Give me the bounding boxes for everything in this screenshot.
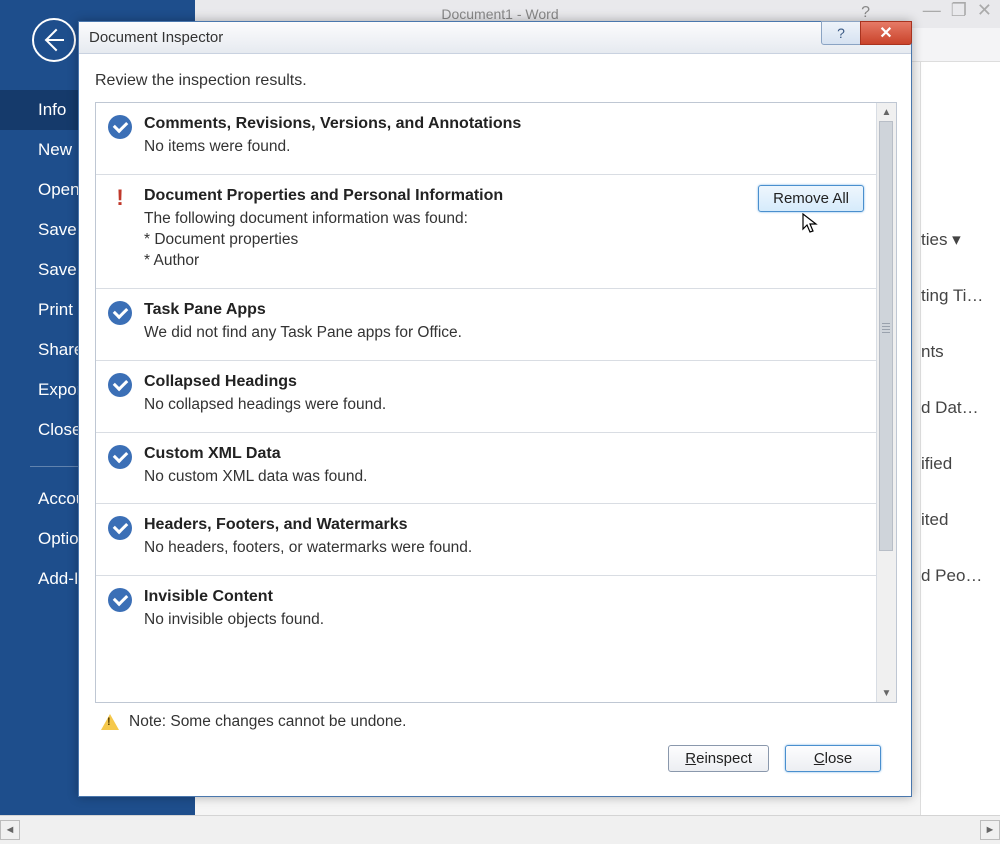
- property-label: ting Ti…: [921, 268, 1000, 324]
- dialog-close-button[interactable]: ✕: [860, 21, 912, 45]
- scroll-right-button[interactable]: ►: [980, 820, 1000, 840]
- word-title: Document1 - Word: [441, 6, 558, 22]
- dialog-help-button[interactable]: ?: [821, 21, 861, 45]
- document-inspector-dialog: Document Inspector ? ✕ Review the inspec…: [78, 21, 912, 797]
- help-icon[interactable]: ?: [861, 4, 870, 22]
- minimize-icon[interactable]: —: [923, 0, 941, 21]
- result-description: No custom XML data was found.: [144, 467, 862, 488]
- check-icon: [108, 516, 132, 540]
- dialog-titlebar[interactable]: Document Inspector ? ✕: [79, 22, 911, 54]
- note-text: Note: Some changes cannot be undone.: [129, 713, 406, 731]
- property-label: ties ▾: [921, 212, 1000, 268]
- check-icon: [108, 445, 132, 469]
- result-item: Invisible Content No invisible objects fo…: [96, 576, 876, 647]
- close-button[interactable]: Close: [785, 745, 881, 772]
- result-item: Headers, Footers, and Watermarks No heade…: [96, 504, 876, 576]
- result-title: Invisible Content: [144, 588, 862, 606]
- back-button[interactable]: [32, 18, 76, 62]
- result-item: Custom XML Data No custom XML data was fo…: [96, 433, 876, 505]
- result-item: Task Pane Apps We did not find any Task P…: [96, 289, 876, 361]
- reinspect-button[interactable]: Reinspect: [668, 745, 769, 772]
- window-controls: — ❐ ✕: [923, 0, 992, 21]
- result-item: Collapsed Headings No collapsed headings …: [96, 361, 876, 433]
- note-row: Note: Some changes cannot be undone.: [95, 703, 897, 735]
- scroll-down-button[interactable]: ▼: [877, 684, 896, 702]
- alert-icon: !: [108, 187, 132, 209]
- check-icon: [108, 301, 132, 325]
- property-label: ified: [921, 436, 1000, 492]
- scroll-left-button[interactable]: ◄: [0, 820, 20, 840]
- property-label: d Peo…: [921, 548, 1000, 604]
- scrollbar-grip-icon: [882, 323, 890, 333]
- warning-icon: [101, 714, 119, 730]
- close-label: lose: [825, 750, 853, 767]
- close-icon[interactable]: ✕: [977, 0, 992, 21]
- result-description: No invisible objects found.: [144, 610, 862, 631]
- horizontal-scrollbar[interactable]: ◄ ►: [0, 815, 1000, 844]
- result-item: Comments, Revisions, Versions, and Annot…: [96, 103, 876, 175]
- result-description: We did not find any Task Pane apps for O…: [144, 323, 862, 344]
- property-label: nts: [921, 324, 1000, 380]
- scrollbar-thumb[interactable]: [879, 121, 893, 551]
- result-item: ! Document Properties and Personal Inform…: [96, 175, 876, 289]
- properties-panel-peek: ties ▾ting Ti…ntsd Dat…ifieditedd Peo…: [920, 62, 1000, 815]
- close-icon: ✕: [879, 23, 892, 43]
- result-title: Task Pane Apps: [144, 301, 862, 319]
- result-title: Comments, Revisions, Versions, and Annot…: [144, 115, 862, 133]
- remove-all-button[interactable]: Remove All: [758, 185, 864, 212]
- scroll-up-button[interactable]: ▲: [877, 103, 896, 121]
- result-title: Document Properties and Personal Informa…: [144, 187, 862, 205]
- dialog-title: Document Inspector: [89, 29, 223, 46]
- result-title: Collapsed Headings: [144, 373, 862, 391]
- check-icon: [108, 588, 132, 612]
- property-label: ited: [921, 492, 1000, 548]
- results-box: Comments, Revisions, Versions, and Annot…: [95, 102, 897, 703]
- instruction-text: Review the inspection results.: [95, 72, 897, 90]
- result-title: Custom XML Data: [144, 445, 862, 463]
- result-title: Headers, Footers, and Watermarks: [144, 516, 862, 534]
- dialog-body: Review the inspection results. Comments,…: [79, 54, 911, 796]
- result-description: The following document information was f…: [144, 209, 862, 230]
- reinspect-label: einspect: [696, 750, 752, 767]
- results-list: Comments, Revisions, Versions, and Annot…: [96, 103, 876, 702]
- result-description: No collapsed headings were found.: [144, 395, 862, 416]
- check-icon: [108, 373, 132, 397]
- result-description: No headers, footers, or watermarks were …: [144, 538, 862, 559]
- back-arrow-icon: [44, 30, 64, 50]
- dialog-button-row: Reinspect Close: [95, 735, 897, 788]
- restore-icon[interactable]: ❐: [951, 0, 967, 21]
- scroll-track[interactable]: [22, 820, 978, 840]
- results-scrollbar[interactable]: ▲ ▼: [876, 103, 896, 702]
- result-description: No items were found.: [144, 137, 862, 158]
- result-details: * Document properties* Author: [144, 230, 862, 272]
- property-label: d Dat…: [921, 380, 1000, 436]
- check-icon: [108, 115, 132, 139]
